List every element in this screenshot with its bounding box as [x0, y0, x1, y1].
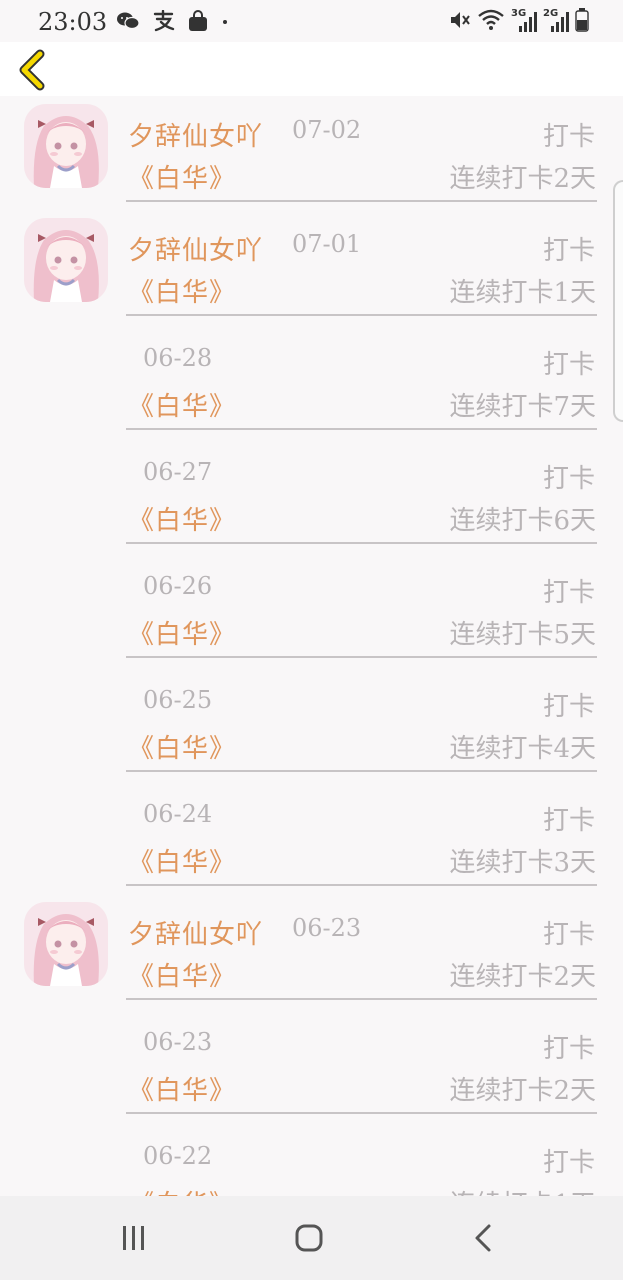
user-name[interactable]: 夕辞仙女吖: [128, 116, 263, 153]
book-title-link[interactable]: 《白华》: [128, 728, 236, 765]
back-button[interactable]: [14, 48, 54, 92]
book-title-link[interactable]: 《白华》: [128, 500, 236, 537]
nav-back-button[interactable]: [454, 1216, 514, 1260]
checkin-date: 06-26: [143, 572, 213, 600]
chevron-left-icon: [19, 49, 45, 91]
status-left-icons: [116, 10, 230, 32]
streak-count: 连续打卡2天: [449, 1076, 596, 1106]
book-title-link[interactable]: 《白华》: [128, 956, 236, 993]
home-button[interactable]: [279, 1216, 339, 1260]
header-bar: [0, 42, 623, 96]
checkin-date: 06-24: [143, 800, 213, 828]
checkin-label: 打卡: [542, 806, 595, 836]
streak-count: 连续打卡7天: [449, 392, 596, 422]
book-title-link[interactable]: 《白华》: [128, 1070, 236, 1107]
checkin-date: 06-25: [143, 686, 213, 714]
row-divider: [126, 998, 597, 1000]
checkin-label: 打卡: [542, 236, 595, 266]
checkin-record-row[interactable]: 06-28 打卡《白华》 连续打卡7天: [0, 324, 623, 438]
checkin-date: 06-27: [143, 458, 213, 486]
recent-apps-icon: [123, 1226, 144, 1250]
checkin-label: 打卡: [542, 920, 595, 950]
checkin-record-row[interactable]: 06-23 打卡《白华》 连续打卡2天: [0, 1008, 623, 1122]
streak-count: 连续打卡6天: [449, 506, 596, 536]
row-divider: [126, 314, 597, 316]
navigation-bar: [0, 1196, 623, 1280]
checkin-label: 打卡: [542, 122, 595, 152]
user-avatar[interactable]: [24, 104, 108, 188]
checkin-date: 06-22: [143, 1142, 213, 1170]
checkin-record-row[interactable]: 夕辞仙女吖 07-01 打卡《白华》 连续打卡1天: [0, 210, 623, 324]
book-title-link[interactable]: 《白华》: [128, 386, 236, 423]
dot-icon: [223, 20, 227, 24]
row-divider: [126, 200, 597, 202]
checkin-record-row[interactable]: 06-27 打卡《白华》 连续打卡6天: [0, 438, 623, 552]
recent-apps-button[interactable]: [104, 1216, 164, 1260]
checkin-label: 打卡: [542, 1148, 595, 1178]
user-avatar[interactable]: [24, 902, 108, 986]
user-name[interactable]: 夕辞仙女吖: [128, 914, 263, 951]
alipay-icon: [153, 10, 175, 32]
book-title-link[interactable]: 《白华》: [128, 1184, 236, 1196]
streak-count: 连续打卡2天: [449, 164, 596, 194]
streak-count: 连续打卡4天: [449, 734, 596, 764]
checkin-label: 打卡: [542, 692, 595, 722]
book-title-link[interactable]: 《白华》: [128, 272, 236, 309]
checkin-date: 07-01: [292, 230, 362, 258]
user-avatar[interactable]: [24, 218, 108, 302]
battery-icon: [575, 8, 589, 32]
book-title-link[interactable]: 《白华》: [128, 614, 236, 651]
mute-icon: [451, 12, 470, 28]
streak-count: 连续打卡2天: [449, 962, 596, 992]
checkin-record-row[interactable]: 06-22 打卡《白华》 连续打卡1天: [0, 1122, 623, 1196]
checkin-date: 06-28: [143, 344, 213, 372]
row-divider: [126, 428, 597, 430]
status-bar: 23:03 3G 2G: [0, 0, 623, 42]
signal-3g-icon: 3G: [511, 8, 537, 32]
checkin-label: 打卡: [542, 1034, 595, 1064]
user-name[interactable]: 夕辞仙女吖: [128, 230, 263, 267]
checkin-label: 打卡: [542, 464, 595, 494]
checkin-record-row[interactable]: 夕辞仙女吖 06-23 打卡《白华》 连续打卡2天: [0, 894, 623, 1008]
row-divider: [126, 656, 597, 658]
streak-count: 连续打卡5天: [449, 620, 596, 650]
streak-count: 连续打卡3天: [449, 848, 596, 878]
status-time: 23:03: [38, 8, 108, 36]
checkin-date: 06-23: [143, 1028, 213, 1056]
checkin-label: 打卡: [542, 350, 595, 380]
wechat-icon: [117, 12, 140, 30]
bag-icon: [189, 10, 207, 31]
row-divider: [126, 1112, 597, 1114]
signal-2g-icon: 2G: [543, 8, 569, 32]
streak-count: 连续打卡1天: [449, 278, 596, 308]
checkin-date: 07-02: [292, 116, 362, 144]
checkin-date: 06-23: [292, 914, 362, 942]
row-divider: [126, 884, 597, 886]
back-icon: [475, 1224, 491, 1252]
book-title-link[interactable]: 《白华》: [128, 842, 236, 879]
row-divider: [126, 542, 597, 544]
checkin-record-row[interactable]: 夕辞仙女吖 07-02 打卡《白华》 连续打卡2天: [0, 96, 623, 210]
streak-count: 连续打卡1天: [449, 1184, 596, 1196]
row-divider: [126, 770, 597, 772]
home-icon: [295, 1224, 323, 1252]
checkin-label: 打卡: [542, 578, 595, 608]
checkin-record-row[interactable]: 06-24 打卡《白华》 连续打卡3天: [0, 780, 623, 894]
book-title-link[interactable]: 《白华》: [128, 158, 236, 195]
edge-panel-handle[interactable]: [613, 180, 623, 422]
checkin-list[interactable]: 夕辞仙女吖 07-02 打卡 《白华》 连续打卡2天 夕辞仙女吖 07-01 打卡 《白华》连…: [0, 96, 623, 1196]
checkin-record-row[interactable]: 06-26 打卡《白华》 连续打卡5天: [0, 552, 623, 666]
status-right-icons: 3G 2G: [449, 8, 589, 32]
wifi-icon: [478, 9, 504, 30]
checkin-record-row[interactable]: 06-25 打卡《白华》 连续打卡4天: [0, 666, 623, 780]
